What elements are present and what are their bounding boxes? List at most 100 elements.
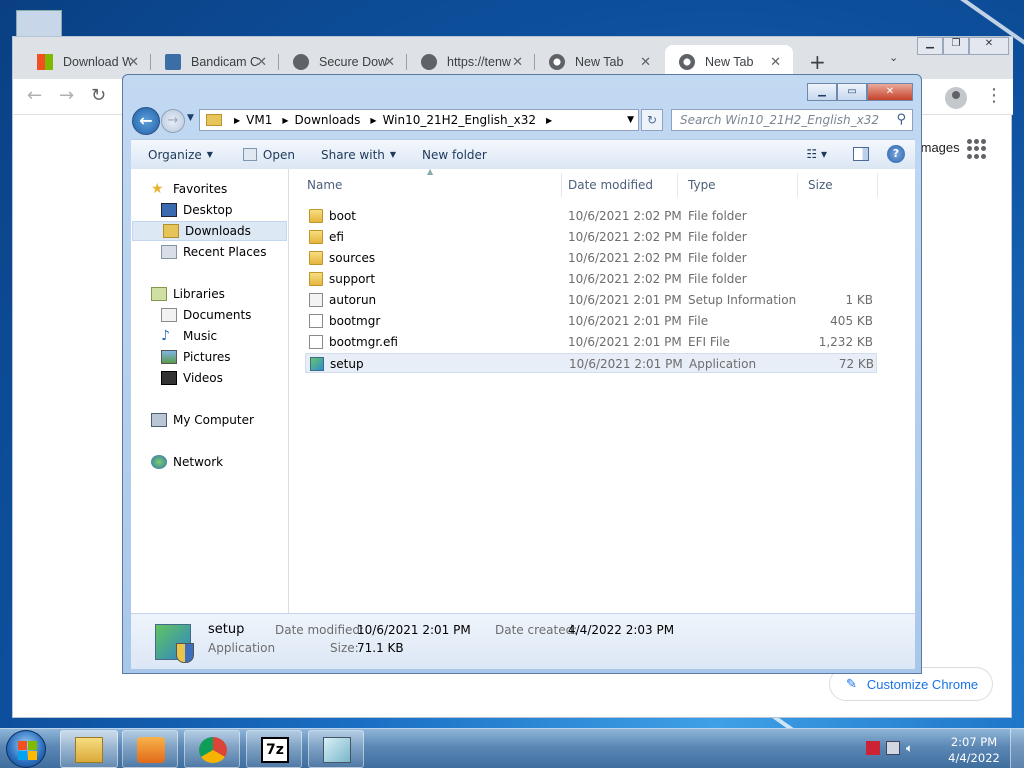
- reload-icon[interactable]: ↻: [91, 85, 106, 106]
- file-row[interactable]: autorun 10/6/2021 2:01 PM Setup Informatio…: [305, 290, 877, 310]
- new-folder-button[interactable]: New folder: [422, 148, 487, 162]
- new-tab-button[interactable]: +: [809, 50, 826, 74]
- nav-label: Videos: [183, 371, 223, 385]
- computer-icon: [151, 413, 167, 427]
- chrome-minimize-button[interactable]: ▁: [917, 37, 943, 55]
- nav-favorites[interactable]: ★ Favorites: [151, 179, 227, 199]
- back-arrow-icon[interactable]: ←: [27, 85, 42, 106]
- details-created-label: Date created:: [495, 623, 578, 637]
- share-with-button[interactable]: Share with ▼: [321, 148, 396, 162]
- chrome-close-button[interactable]: ✕: [969, 37, 1009, 55]
- search-input[interactable]: Search Win10_21H2_English_x32 ⚲: [671, 109, 913, 131]
- explorer-minimize-button[interactable]: ▁: [807, 83, 837, 101]
- search-placeholder: Search Win10_21H2_English_x32: [680, 113, 880, 127]
- open-button[interactable]: Open: [242, 147, 295, 162]
- network-icon: [151, 455, 167, 469]
- column-header-type[interactable]: Type: [678, 173, 798, 197]
- show-desktop-button[interactable]: [1010, 729, 1024, 768]
- close-tab-icon[interactable]: ✕: [128, 54, 139, 70]
- details-created-value: 4/4/2022 2:03 PM: [568, 623, 675, 637]
- nav-label: Downloads: [185, 224, 251, 238]
- taskbar-media-player-button[interactable]: [122, 730, 178, 768]
- address-bar[interactable]: ▶ VM1 ▶ Downloads ▶ Win10_21H2_English_x…: [199, 109, 639, 131]
- explorer-close-button[interactable]: ✕: [867, 83, 913, 101]
- explorer-maximize-button[interactable]: ▭: [837, 83, 867, 101]
- nav-desktop[interactable]: Desktop: [161, 200, 233, 220]
- change-view-icon[interactable]: ☷ ▾: [806, 147, 827, 161]
- column-header-size[interactable]: Size: [798, 173, 878, 197]
- breadcrumb-separator-icon[interactable]: ▶: [282, 116, 288, 125]
- libraries-icon: [151, 287, 167, 301]
- nav-label: Documents: [183, 308, 252, 322]
- system-tray: 🔈︎: [866, 741, 920, 755]
- file-row[interactable]: setup 10/6/2021 2:01 PM Application 72 KB: [305, 353, 877, 373]
- nav-downloads[interactable]: Downloads: [132, 221, 287, 241]
- close-tab-icon[interactable]: ✕: [256, 54, 267, 70]
- column-header-name[interactable]: Name: [297, 173, 562, 197]
- preview-pane-icon[interactable]: [853, 147, 869, 161]
- chrome-menu-icon[interactable]: ⋮: [985, 85, 1003, 106]
- system-clock[interactable]: 2:07 PM 4/4/2022: [944, 734, 1004, 766]
- profile-avatar-icon[interactable]: [945, 87, 967, 109]
- details-size-value: 71.1 KB: [357, 641, 404, 655]
- tab-title: Secure Dow: [319, 55, 387, 69]
- taskbar-notepad-button[interactable]: [308, 730, 364, 768]
- file-row[interactable]: efi 10/6/2021 2:02 PM File folder: [305, 227, 877, 247]
- breadcrumb-separator-icon[interactable]: ▶: [370, 116, 376, 125]
- breadcrumb-downloads[interactable]: Downloads: [295, 113, 361, 127]
- nav-my-computer[interactable]: My Computer: [151, 410, 254, 430]
- file-row[interactable]: support 10/6/2021 2:02 PM File folder: [305, 269, 877, 289]
- column-label: Name: [307, 178, 343, 192]
- nav-documents[interactable]: Documents: [161, 305, 251, 325]
- forward-button[interactable]: →: [161, 109, 185, 133]
- file-row[interactable]: boot 10/6/2021 2:02 PM File folder: [305, 206, 877, 226]
- bandicam-icon: [165, 54, 181, 70]
- organize-button[interactable]: Organize ▼: [148, 148, 213, 162]
- column-header-date[interactable]: Date modified: [558, 173, 678, 197]
- close-tab-icon[interactable]: ✕: [770, 54, 781, 70]
- nav-libraries[interactable]: Libraries: [151, 284, 225, 304]
- chrome-restore-button[interactable]: ❐: [943, 37, 969, 55]
- file-row[interactable]: sources 10/6/2021 2:02 PM File folder: [305, 248, 877, 268]
- tab-search-icon[interactable]: ⌄: [889, 51, 898, 64]
- breadcrumb-current-folder[interactable]: Win10_21H2_English_x32: [383, 113, 536, 127]
- refresh-button[interactable]: ↻: [641, 109, 663, 131]
- network-tray-icon[interactable]: [886, 741, 900, 755]
- images-link[interactable]: Images: [917, 140, 960, 155]
- file-row[interactable]: bootmgr.efi 10/6/2021 2:01 PM EFI File 1,23…: [305, 332, 877, 352]
- close-tab-icon[interactable]: ✕: [384, 54, 395, 70]
- file-type: File folder: [688, 209, 747, 223]
- close-tab-icon[interactable]: ✕: [512, 54, 523, 70]
- customize-chrome-label: Customize Chrome: [866, 676, 979, 692]
- start-button[interactable]: [6, 730, 46, 768]
- nav-network[interactable]: Network: [151, 452, 223, 472]
- address-dropdown-icon[interactable]: ▼: [627, 115, 634, 125]
- chevron-down-icon: ▼: [206, 150, 213, 159]
- nav-label: Recent Places: [183, 245, 267, 259]
- breadcrumb-separator-icon[interactable]: ▶: [234, 116, 240, 125]
- column-label: Date modified: [568, 178, 654, 192]
- breadcrumb-separator-icon[interactable]: ▶: [546, 116, 552, 125]
- help-icon[interactable]: ?: [887, 145, 905, 163]
- nav-recent-places[interactable]: Recent Places: [161, 242, 266, 262]
- taskbar-7zip-button[interactable]: 7z: [246, 730, 302, 768]
- breadcrumb-vm1[interactable]: VM1: [246, 113, 272, 127]
- close-tab-icon[interactable]: ✕: [640, 54, 651, 70]
- nav-music[interactable]: ♪ Music: [161, 326, 217, 346]
- forward-arrow-icon[interactable]: →: [59, 85, 74, 106]
- google-apps-icon[interactable]: [967, 139, 987, 159]
- recent-pages-dropdown-icon[interactable]: ▼: [187, 113, 194, 123]
- volume-icon[interactable]: 🔈︎: [906, 741, 920, 755]
- taskbar-explorer-button[interactable]: [60, 730, 118, 768]
- nav-videos[interactable]: Videos: [161, 368, 223, 388]
- back-button[interactable]: ←: [132, 107, 160, 135]
- nav-pictures[interactable]: Pictures: [161, 347, 231, 367]
- file-name: efi: [329, 230, 344, 244]
- action-center-flag-icon[interactable]: [866, 741, 880, 755]
- open-label: Open: [262, 147, 295, 162]
- file-row[interactable]: bootmgr 10/6/2021 2:01 PM File 405 KB: [305, 311, 877, 331]
- folder-icon: [309, 209, 323, 223]
- nav-label: Pictures: [183, 350, 231, 364]
- search-icon[interactable]: ⚲: [896, 112, 906, 127]
- taskbar-chrome-button[interactable]: [184, 730, 240, 768]
